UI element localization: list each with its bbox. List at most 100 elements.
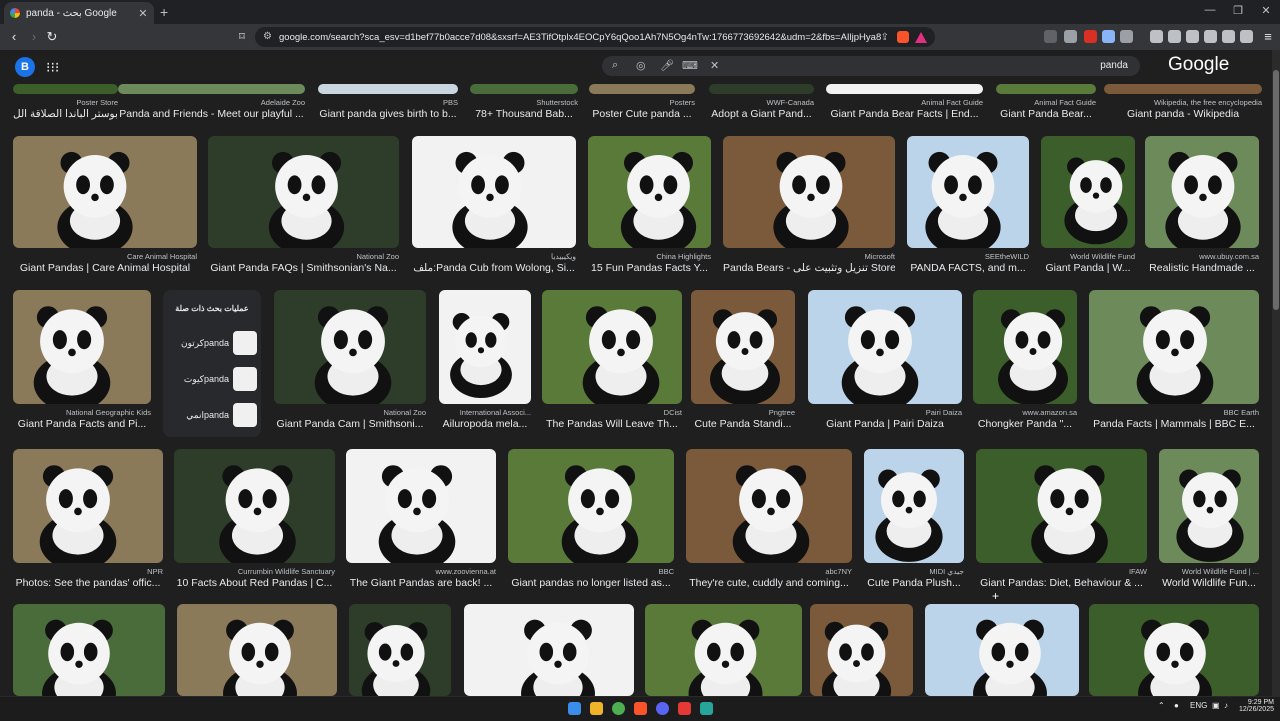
image-caption[interactable]: Photos: See the pandas' offic... <box>13 577 163 589</box>
image-caption[interactable]: They're cute, cuddly and coming... <box>686 577 852 589</box>
image-thumbnail[interactable] <box>1159 449 1259 563</box>
image-thumbnail[interactable] <box>13 136 197 248</box>
shield-icon[interactable] <box>1064 30 1077 43</box>
image-caption[interactable]: Adopt a Giant Pand... <box>709 108 814 120</box>
image-thumbnail[interactable] <box>174 449 335 563</box>
image-thumbnail[interactable] <box>1104 84 1262 94</box>
image-source[interactable]: MIDI جيدي <box>864 567 964 576</box>
image-thumbnail[interactable] <box>976 449 1147 563</box>
image-caption[interactable]: Giant Panda | W... <box>1041 262 1135 274</box>
image-caption[interactable]: ملف:Panda Cub from Wolong, Si... <box>412 262 576 274</box>
image-thumbnail[interactable] <box>412 136 576 248</box>
image-caption[interactable]: Giant panda - Wikipedia <box>1104 108 1262 120</box>
image-caption[interactable]: Giant Panda | Pairi Daiza <box>808 418 962 430</box>
image-caption[interactable]: 78+ Thousand Bab... <box>470 108 578 120</box>
image-source[interactable]: www.zoovienna.at <box>346 567 496 576</box>
image-thumbnail[interactable] <box>686 449 852 563</box>
image-thumbnail[interactable] <box>709 84 814 94</box>
image-thumbnail[interactable] <box>808 290 962 404</box>
image-source[interactable]: National Zoo <box>208 252 399 261</box>
image-source[interactable]: NPR <box>13 567 163 576</box>
image-source[interactable]: BBC <box>508 567 674 576</box>
image-thumbnail[interactable] <box>13 290 151 404</box>
image-thumbnail[interactable] <box>996 84 1096 94</box>
brave-active-icon[interactable] <box>678 702 691 715</box>
image-caption[interactable]: Cute Panda Standi... <box>691 418 795 430</box>
scrollbar-thumb[interactable] <box>1273 70 1279 310</box>
image-thumbnail[interactable] <box>464 604 634 696</box>
image-caption[interactable]: Panda and Friends - Meet our playful ... <box>118 108 305 120</box>
related-search-item[interactable]: انميpanda <box>169 402 257 428</box>
image-thumbnail[interactable] <box>1089 290 1259 404</box>
browser-tab[interactable]: panda - بحث Google ✕ <box>4 2 154 24</box>
image-thumbnail[interactable] <box>645 604 802 696</box>
apps-grid-icon[interactable]: ⁝⁝⁝ <box>46 59 59 76</box>
extension-icon[interactable] <box>1044 30 1057 43</box>
file-explorer-icon[interactable] <box>590 702 603 715</box>
image-source[interactable]: abc7NY <box>686 567 852 576</box>
app-icon[interactable] <box>700 702 713 715</box>
brave-icon[interactable] <box>634 702 647 715</box>
image-thumbnail[interactable] <box>925 604 1079 696</box>
image-thumbnail[interactable] <box>118 84 305 94</box>
image-thumbnail[interactable] <box>13 449 163 563</box>
bookmark-icon[interactable]: ⌑ <box>234 29 250 45</box>
volume-icon[interactable]: ♪ <box>1224 701 1228 710</box>
brave-shield-icon[interactable] <box>897 31 909 43</box>
image-caption[interactable]: Giant Pandas: Diet, Behaviour & ... <box>976 577 1147 589</box>
image-source[interactable]: International Associ... <box>439 408 531 417</box>
keyboard-icon[interactable]: ⌨ <box>682 59 698 72</box>
image-source[interactable]: Shutterstock <box>470 98 578 107</box>
brave-rewards-icon[interactable] <box>915 31 927 43</box>
menu-icon[interactable]: ≡ <box>1260 29 1276 45</box>
image-caption[interactable]: Poster Cute panda ... <box>589 108 695 120</box>
image-source[interactable]: World Wildlife Fund <box>1041 252 1135 261</box>
image-thumbnail[interactable] <box>864 449 964 563</box>
image-source[interactable]: SEEtheWILD <box>907 252 1029 261</box>
image-source[interactable]: DCist <box>542 408 682 417</box>
share-icon[interactable]: ⇪ <box>881 32 889 43</box>
image-source[interactable]: Animal Fact Guide <box>826 98 983 107</box>
settings-icon[interactable] <box>1240 30 1253 43</box>
leo-ai-icon[interactable] <box>1204 30 1217 43</box>
image-source[interactable]: BBC Earth <box>1089 408 1259 417</box>
image-thumbnail[interactable] <box>826 84 983 94</box>
image-source[interactable]: Pngtree <box>691 408 795 417</box>
image-thumbnail[interactable] <box>542 290 682 404</box>
image-thumbnail[interactable] <box>13 84 118 94</box>
image-caption[interactable]: بوستر الباندا الصلاقة الل... <box>13 108 118 120</box>
image-source[interactable]: Care Animal Hospital <box>13 252 197 261</box>
image-thumbnail[interactable] <box>589 84 695 94</box>
image-caption[interactable]: Giant Panda Cam | Smithsoni... <box>274 418 426 430</box>
close-window-icon[interactable]: ✕ <box>1256 4 1276 17</box>
windows-start-icon[interactable] <box>568 702 581 715</box>
image-source[interactable]: PBS <box>318 98 458 107</box>
image-caption[interactable]: Giant Panda Bear Facts | End... <box>826 108 983 120</box>
image-caption[interactable]: Ailuropoda mela... <box>439 418 531 430</box>
image-thumbnail[interactable] <box>470 84 578 94</box>
image-thumbnail[interactable] <box>588 136 711 248</box>
image-caption[interactable]: Giant panda gives birth to b... <box>318 108 458 120</box>
image-thumbnail[interactable] <box>1041 136 1135 248</box>
lens-icon[interactable]: ◎ <box>636 59 646 72</box>
reload-icon[interactable]: ↻ <box>44 29 60 45</box>
image-caption[interactable]: Giant Panda FAQs | Smithsonian's Na... <box>208 262 399 274</box>
image-thumbnail[interactable] <box>907 136 1029 248</box>
image-caption[interactable]: The Giant Pandas are back! ... <box>346 577 496 589</box>
image-caption[interactable]: PANDA FACTS, and m... <box>907 262 1029 274</box>
related-search-item[interactable]: كيوتpanda <box>169 366 257 392</box>
image-thumbnail[interactable] <box>1145 136 1259 248</box>
scrollbar[interactable] <box>1272 50 1280 696</box>
image-source[interactable]: Microsoft <box>723 252 895 261</box>
image-caption[interactable]: Chongker Panda "... <box>973 418 1077 430</box>
chrome-icon[interactable] <box>612 702 625 715</box>
image-caption[interactable]: World Wildlife Fun... <box>1159 577 1259 589</box>
image-source[interactable]: Animal Fact Guide <box>996 98 1096 107</box>
image-thumbnail[interactable] <box>208 136 399 248</box>
image-source[interactable]: WWF-Canada <box>709 98 814 107</box>
image-source[interactable]: Pairi Daiza <box>808 408 962 417</box>
related-search-item[interactable]: كرتونpanda <box>169 330 257 356</box>
image-source[interactable]: Adelaide Zoo <box>118 98 305 107</box>
image-source[interactable]: www.amazon.sa <box>973 408 1077 417</box>
search-icon[interactable]: ⌕ <box>612 59 618 72</box>
